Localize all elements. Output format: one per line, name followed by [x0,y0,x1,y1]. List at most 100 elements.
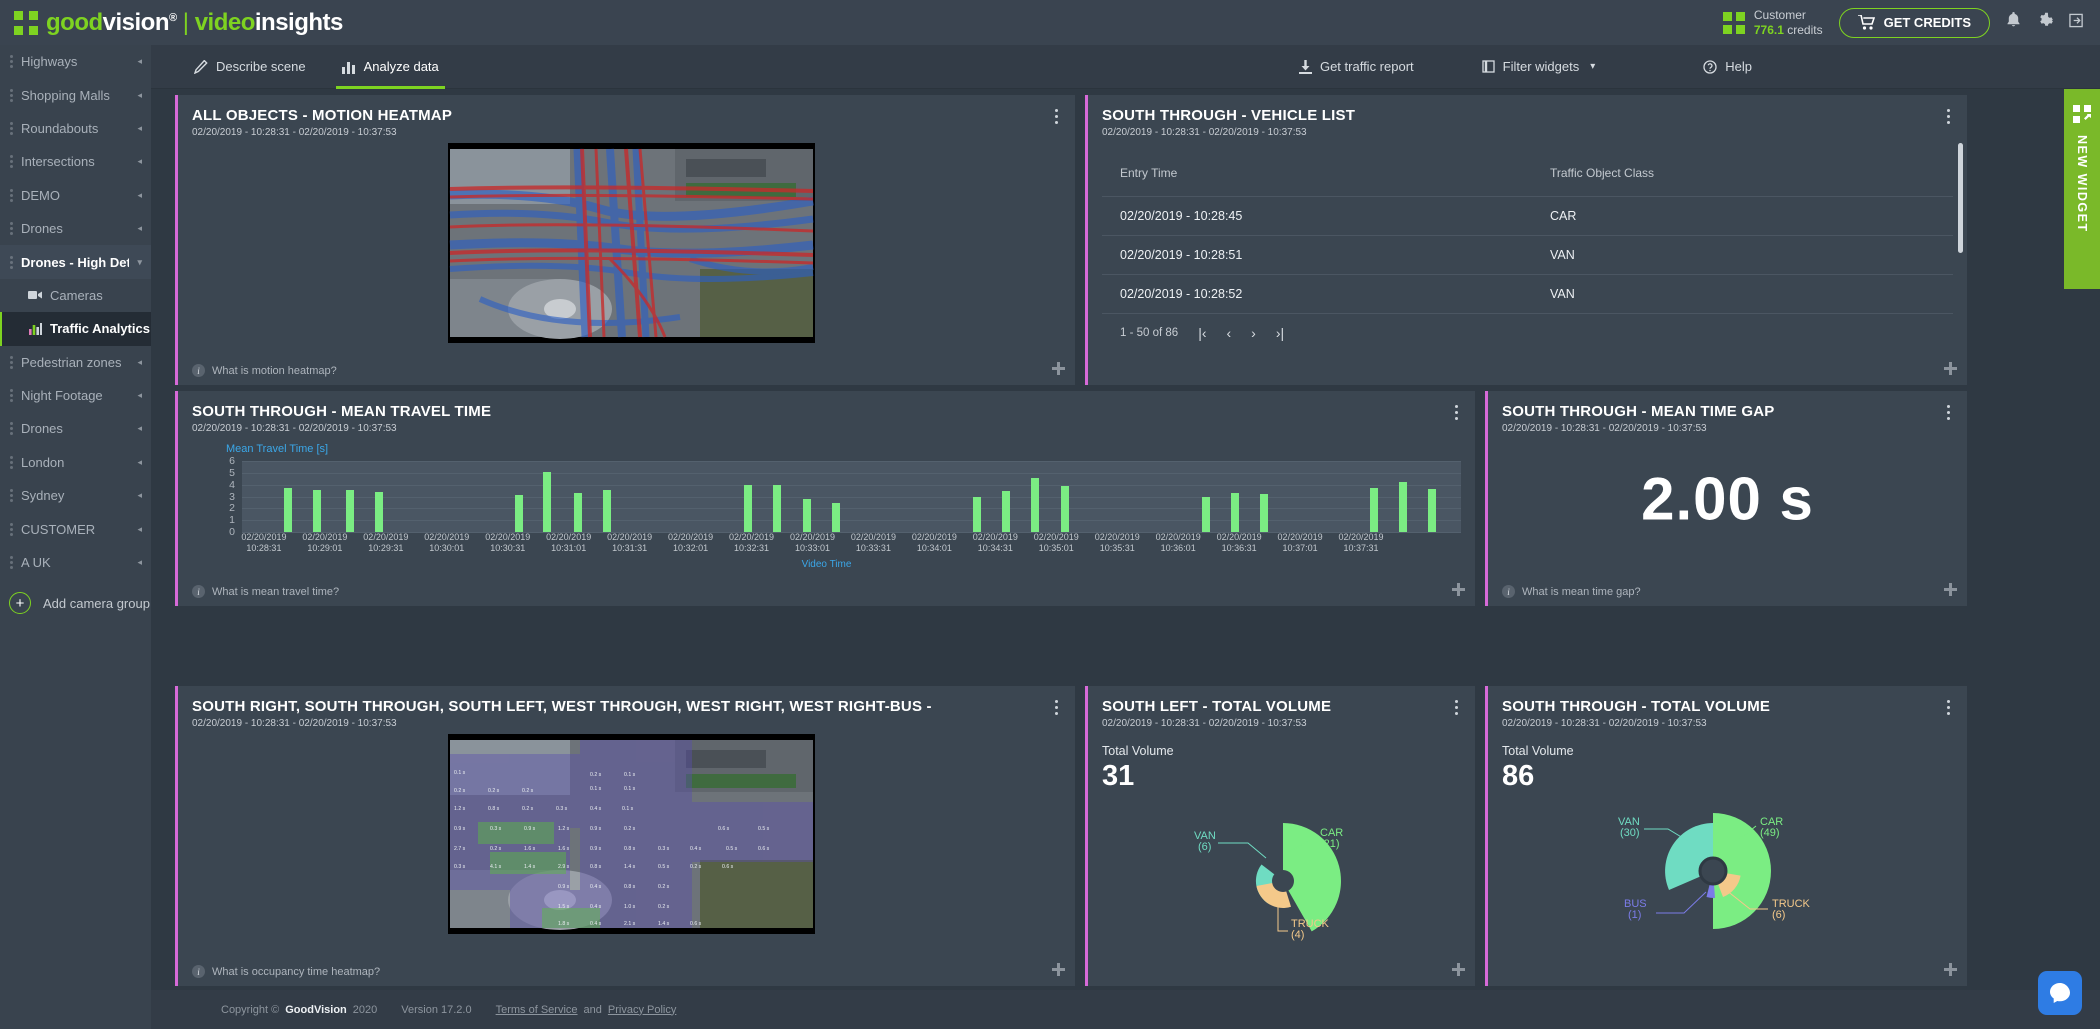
svg-text:0.6 s: 0.6 s [690,921,702,927]
sidebar-group-highways[interactable]: Highways◂ [0,45,151,78]
chart-bar [1399,482,1407,532]
widget-south-through-total-volume[interactable]: SOUTH THROUGH - TOTAL VOLUME 02/20/2019 … [1485,686,1967,986]
widget-info-link[interactable]: i What is mean time gap? [1502,585,1641,598]
widget-south-left-total-volume[interactable]: SOUTH LEFT - TOTAL VOLUME 02/20/2019 - 1… [1085,686,1475,986]
customer-credits[interactable]: Customer 776.1 credits [1723,8,1823,38]
sidebar-group-london[interactable]: London◂ [0,446,151,479]
get-traffic-report-button[interactable]: Get traffic report [1281,45,1432,89]
chevron-down-icon: ▾ [137,257,142,268]
add-camera-group-button[interactable]: +Add camera group [0,579,151,627]
widget-occupancy-heatmap[interactable]: SOUTH RIGHT, SOUTH THROUGH, SOUTH LEFT, … [175,686,1075,986]
widget-resize-handle[interactable] [1944,963,1957,976]
notifications-bell-icon[interactable] [2006,12,2021,33]
sidebar-group-pedestrian-zones[interactable]: Pedestrian zones◂ [0,346,151,379]
logout-icon[interactable] [2069,13,2084,33]
drag-handle-icon[interactable] [10,155,13,168]
drag-handle-icon[interactable] [10,523,13,536]
drag-handle-icon[interactable] [10,389,13,402]
get-credits-button[interactable]: GET CREDITS [1839,8,1990,38]
widget-menu-icon[interactable] [1941,700,1955,715]
widget-menu-icon[interactable] [1941,405,1955,420]
sidebar-group-drones[interactable]: Drones◂ [0,212,151,245]
chart-x-tick: 02/20/201910:35:31 [1095,532,1140,554]
sidebar-group-demo[interactable]: DEMO◂ [0,179,151,212]
widget-resize-handle[interactable] [1944,583,1957,596]
chart-x-tick: 02/20/201910:29:31 [363,532,408,554]
sidebar-item-traffic-analytics[interactable]: Traffic Analytics [0,312,151,345]
drag-handle-icon[interactable] [10,55,13,68]
widget-resize-handle[interactable] [1452,963,1465,976]
privacy-policy-link[interactable]: Privacy Policy [608,1004,676,1016]
app-logo[interactable]: goodvision® | videoinsights [14,9,343,37]
cell-object-class: VAN [1550,248,1953,262]
sidebar-group-customer[interactable]: CUSTOMER◂ [0,512,151,545]
chart-x-tick: 02/20/201910:35:01 [1034,532,1079,554]
svg-text:0.1 s: 0.1 s [624,786,636,792]
widget-info-link[interactable]: i What is occupancy time heatmap? [192,965,380,978]
chart-gridline: 3 [242,497,1461,498]
table-row[interactable]: 02/20/2019 - 10:28:51 VAN [1102,236,1953,275]
sidebar-group-drones-high-detail[interactable]: Drones - High Detail▾ [0,245,151,278]
filter-widgets-dropdown[interactable]: Filter widgets ▾ [1464,45,1614,89]
widget-resize-handle[interactable] [1944,362,1957,375]
table-row[interactable]: 02/20/2019 - 10:28:45 CAR [1102,197,1953,236]
chevron-left-icon: ◂ [137,223,142,234]
pagination-prev-button[interactable]: ‹ [1227,325,1232,341]
widget-menu-icon[interactable] [1941,109,1955,124]
drag-handle-icon[interactable] [10,456,13,469]
tab-describe-scene[interactable]: Describe scene [176,45,324,89]
pagination-first-button[interactable]: |‹ [1198,325,1206,341]
drag-handle-icon[interactable] [10,89,13,102]
widget-mean-travel-time[interactable]: SOUTH THROUGH - MEAN TRAVEL TIME 02/20/2… [175,391,1475,606]
svg-text:(49): (49) [1760,827,1780,839]
svg-text:1.4 s: 1.4 s [524,864,536,870]
drag-handle-icon[interactable] [10,489,13,502]
drag-handle-icon[interactable] [10,356,13,369]
sidebar-item-cameras[interactable]: Cameras [0,279,151,312]
sidebar-group-a-uk[interactable]: A UK◂ [0,546,151,579]
help-button[interactable]: Help [1685,45,1770,89]
chart-x-tick: 02/20/201910:33:01 [790,532,835,554]
widget-info-link[interactable]: i What is motion heatmap? [192,364,337,377]
table-row[interactable]: 02/20/2019 - 10:28:52 VAN [1102,275,1953,314]
chat-support-button[interactable] [2038,971,2082,1015]
pagination-last-button[interactable]: ›| [1276,325,1284,341]
svg-text:0.2 s: 0.2 s [658,884,670,890]
sidebar-group-night-footage[interactable]: Night Footage◂ [0,379,151,412]
widget-menu-icon[interactable] [1449,700,1463,715]
widget-resize-handle[interactable] [1452,583,1465,596]
drag-handle-icon[interactable] [10,422,13,435]
widget-menu-icon[interactable] [1049,109,1063,124]
total-volume-value: 31 [1102,760,1134,793]
settings-gear-icon[interactable] [2037,12,2053,33]
chart-bar [744,485,752,532]
sidebar-group-shopping-malls[interactable]: Shopping Malls◂ [0,78,151,111]
widget-resize-handle[interactable] [1052,963,1065,976]
widget-resize-handle[interactable] [1052,362,1065,375]
widget-menu-icon[interactable] [1049,700,1063,715]
table-scrollbar[interactable] [1958,143,1963,253]
sidebar-group-intersections[interactable]: Intersections◂ [0,145,151,178]
sidebar-group-sydney[interactable]: Sydney◂ [0,479,151,512]
sidebar-group-drones[interactable]: Drones◂ [0,412,151,445]
drag-handle-icon[interactable] [10,189,13,202]
widget-menu-icon[interactable] [1449,405,1463,420]
widget-vehicle-list[interactable]: SOUTH THROUGH - VEHICLE LIST 02/20/2019 … [1085,95,1967,385]
svg-text:0.5 s: 0.5 s [726,846,738,852]
drag-handle-icon[interactable] [10,256,13,269]
widget-motion-heatmap[interactable]: ALL OBJECTS - MOTION HEATMAP 02/20/2019 … [175,95,1075,385]
svg-text:0.1 s: 0.1 s [454,770,466,776]
widget-info-label: What is motion heatmap? [212,365,337,377]
drag-handle-icon[interactable] [10,122,13,135]
chart-y-tick: 6 [229,455,235,467]
tab-analyze-data[interactable]: Analyze data [324,45,457,89]
drag-handle-icon[interactable] [10,222,13,235]
chart-bar [832,503,840,532]
sidebar-group-roundabouts[interactable]: Roundabouts◂ [0,112,151,145]
pagination-next-button[interactable]: › [1251,325,1256,341]
sidebar-group-label: A UK [21,555,129,570]
terms-of-service-link[interactable]: Terms of Service [496,1004,578,1016]
widget-info-link[interactable]: i What is mean travel time? [192,585,339,598]
drag-handle-icon[interactable] [10,556,13,569]
widget-mean-time-gap[interactable]: SOUTH THROUGH - MEAN TIME GAP 02/20/2019… [1485,391,1967,606]
